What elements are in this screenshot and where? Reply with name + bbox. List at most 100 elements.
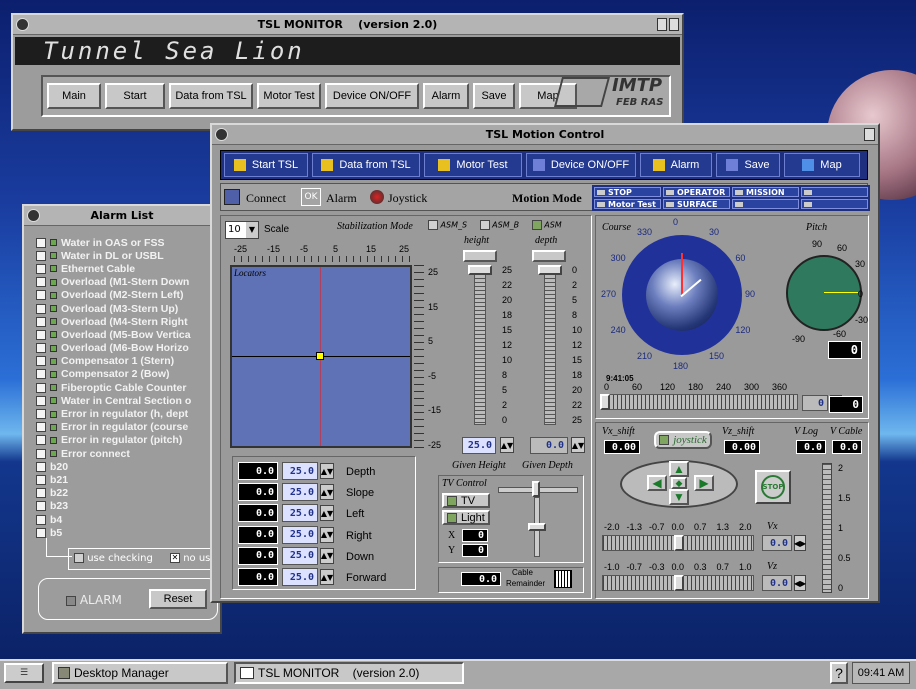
vx-spinner[interactable]: ◀▶ xyxy=(794,535,806,551)
depth-slider-track[interactable] xyxy=(544,265,556,425)
param-set-value[interactable]: 25.0 xyxy=(282,462,318,480)
alarm-checkbox[interactable] xyxy=(36,329,46,340)
alarm-checkbox[interactable] xyxy=(36,382,46,393)
course-input[interactable]: 0 xyxy=(802,395,828,411)
mode-button[interactable] xyxy=(801,199,868,209)
window-menu-icon[interactable] xyxy=(27,209,40,222)
mode-button[interactable]: STOP xyxy=(594,187,661,197)
alarm-checkbox[interactable] xyxy=(36,316,46,327)
alarm-checkbox[interactable] xyxy=(36,435,46,446)
height-top-button[interactable] xyxy=(463,250,497,262)
given-depth-spinner[interactable]: ▲▼ xyxy=(571,437,585,453)
mode-button[interactable] xyxy=(801,187,868,197)
tv-tilt-thumb[interactable] xyxy=(528,523,546,531)
monitor-button-alarm[interactable]: Alarm xyxy=(423,83,469,109)
scale-select[interactable]: 10 ▼ xyxy=(225,221,259,239)
task-tsl-monitor[interactable]: TSL MONITOR (version 2.0) xyxy=(234,662,464,684)
param-spinner[interactable]: ▲▼ xyxy=(320,505,334,522)
toolbar-alarm[interactable]: Alarm xyxy=(640,153,712,177)
given-depth-input[interactable]: 0.0 xyxy=(530,437,568,454)
no-use-radio[interactable]: ✕ xyxy=(170,553,180,563)
mode-button[interactable]: OPERATOR xyxy=(663,187,730,197)
mode-button[interactable]: Motor Test xyxy=(594,199,661,209)
alarm-checkbox[interactable] xyxy=(36,422,46,433)
toolbar-map[interactable]: Map xyxy=(784,153,860,177)
up-arrow-button[interactable]: ▲ xyxy=(669,461,689,477)
param-spinner[interactable]: ▲▼ xyxy=(320,463,334,479)
height-slider-track[interactable] xyxy=(474,265,486,425)
monitor-button-device-on-off[interactable]: Device ON/OFF xyxy=(325,83,419,109)
use-checking-radio[interactable] xyxy=(74,553,84,563)
window-menu-icon[interactable] xyxy=(16,18,29,31)
param-set-value[interactable]: 25.0 xyxy=(282,525,318,544)
desktop-manager-button[interactable]: Desktop Manager xyxy=(52,662,228,684)
right-arrow-button[interactable]: ▶ xyxy=(694,475,714,491)
mode-button[interactable] xyxy=(732,199,799,209)
help-button[interactable]: ? xyxy=(830,662,848,684)
asm-checkbox[interactable] xyxy=(531,220,542,230)
monitor-button-main[interactable]: Main xyxy=(47,83,101,109)
alarm-checkbox[interactable] xyxy=(36,514,46,525)
vx-slider-thumb[interactable] xyxy=(674,535,684,551)
down-arrow-button[interactable]: ▼ xyxy=(669,489,689,505)
alarm-checkbox[interactable] xyxy=(36,409,46,420)
toolbar-motor-test[interactable]: Motor Test xyxy=(424,153,522,177)
alarm-checkbox[interactable] xyxy=(36,343,46,354)
vx-input[interactable]: 0.0 xyxy=(762,535,792,551)
tv-pan-thumb[interactable] xyxy=(532,481,540,497)
toolbar-device-on-off[interactable]: Device ON/OFF xyxy=(526,153,636,177)
param-set-value[interactable]: 25.0 xyxy=(282,504,318,523)
asm-b-checkbox[interactable] xyxy=(479,220,490,230)
alarm-checkbox[interactable] xyxy=(36,448,46,459)
toolbar-data-from-tsl[interactable]: Data from TSL xyxy=(312,153,420,177)
height-slider-thumb[interactable] xyxy=(468,265,492,275)
monitor-button-save[interactable]: Save xyxy=(473,83,515,109)
vz-input[interactable]: 0.0 xyxy=(762,575,792,591)
window-controls[interactable] xyxy=(657,18,679,31)
alarm-checkbox[interactable] xyxy=(36,501,46,512)
alarm-checkbox[interactable] xyxy=(36,303,46,314)
alarm-checkbox[interactable] xyxy=(36,395,46,406)
alarm-checkbox[interactable] xyxy=(36,290,46,301)
toolbar-save[interactable]: Save xyxy=(716,153,780,177)
center-button[interactable]: ◆ xyxy=(671,477,687,489)
stop-button[interactable]: STOP xyxy=(755,470,791,504)
toolbar-start-tsl[interactable]: Start TSL xyxy=(224,153,308,177)
alarm-checkbox[interactable] xyxy=(36,277,46,288)
depth-slider-thumb[interactable] xyxy=(538,265,562,275)
vz-slider-thumb[interactable] xyxy=(674,575,684,591)
param-set-value[interactable]: 25.0 xyxy=(282,568,318,586)
monitor-titlebar[interactable]: TSL MONITOR (version 2.0) xyxy=(13,15,682,35)
given-height-spinner[interactable]: ▲▼ xyxy=(500,437,514,453)
start-logo-icon[interactable]: ☰ xyxy=(4,663,44,683)
motion-titlebar[interactable]: TSL Motion Control xyxy=(212,125,878,145)
alarm-checkbox[interactable] xyxy=(36,474,46,485)
alarm-checkbox[interactable] xyxy=(36,461,46,472)
tv-toggle[interactable]: TV xyxy=(442,493,490,508)
alarm-checkbox[interactable] xyxy=(36,356,46,367)
course-slider[interactable] xyxy=(600,394,798,410)
pitch-dial[interactable] xyxy=(786,255,862,331)
monitor-button-data-from-tsl[interactable]: Data from TSL xyxy=(169,83,253,109)
light-toggle[interactable]: Light xyxy=(442,510,490,525)
given-height-input[interactable]: 25.0 xyxy=(462,437,496,454)
param-set-value[interactable]: 25.0 xyxy=(282,546,318,565)
alarm-checkbox[interactable] xyxy=(36,237,46,248)
param-spinner[interactable]: ▲▼ xyxy=(320,547,334,564)
alarm-checkbox[interactable] xyxy=(36,250,46,261)
alarm-checkbox[interactable] xyxy=(36,369,46,380)
joystick-button[interactable]: joystick xyxy=(654,431,712,449)
alarm-checkbox[interactable] xyxy=(36,527,46,538)
alarm-checkbox[interactable] xyxy=(36,488,46,499)
mode-button[interactable]: MISSION xyxy=(732,187,799,197)
alarm-titlebar[interactable]: Alarm List xyxy=(24,206,220,226)
monitor-button-motor-test[interactable]: Motor Test xyxy=(257,83,321,109)
alarm-checkbox[interactable] xyxy=(36,263,46,274)
param-spinner[interactable]: ▲▼ xyxy=(320,484,334,501)
vz-spinner[interactable]: ◀▶ xyxy=(794,575,806,591)
asm-s-checkbox[interactable] xyxy=(428,220,438,230)
param-spinner[interactable]: ▲▼ xyxy=(320,526,334,543)
window-menu-icon[interactable] xyxy=(215,128,228,141)
param-set-value[interactable]: 25.0 xyxy=(282,483,318,502)
course-slider-thumb[interactable] xyxy=(600,394,610,410)
